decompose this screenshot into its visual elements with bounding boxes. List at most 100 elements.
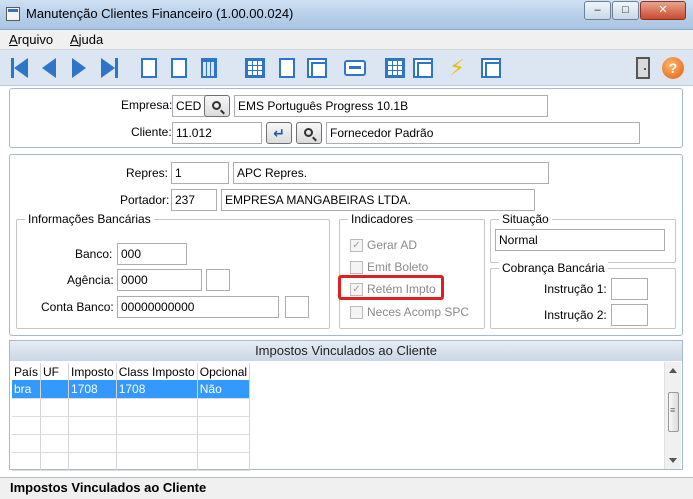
- conta-field[interactable]: 00000000000: [117, 296, 279, 318]
- menu-arquivo-label: rquivo: [17, 32, 54, 47]
- table-cell: [40, 452, 70, 471]
- table-row[interactable]: [12, 452, 251, 471]
- scroll-up-icon[interactable]: [669, 368, 677, 373]
- empresa-search-button[interactable]: [204, 95, 230, 117]
- enter-icon: ↵: [273, 124, 285, 141]
- table-cell: [12, 434, 42, 453]
- portador-code-field[interactable]: 237: [171, 189, 217, 211]
- help-icon: ?: [662, 57, 684, 79]
- search-icon: [211, 100, 221, 110]
- new-document-button[interactable]: [274, 55, 300, 81]
- table-cell: [12, 452, 42, 471]
- cliente-label: Cliente:: [131, 125, 172, 139]
- table-row[interactable]: [12, 416, 251, 435]
- checkbox-icon: [350, 305, 363, 319]
- minimize-button[interactable]: –: [584, 1, 611, 20]
- banco-field[interactable]: 000: [117, 243, 187, 265]
- gerar-ad-checkbox[interactable]: ✓ Gerar AD: [350, 238, 417, 252]
- next-button[interactable]: [66, 55, 92, 81]
- cliente-search-button[interactable]: [296, 122, 322, 144]
- neces-acomp-spc-label: Neces Acomp SPC: [367, 305, 470, 319]
- help-button[interactable]: ?: [660, 55, 686, 81]
- impostos-browse[interactable]: Impostos Vinculados ao Cliente País UF I…: [9, 340, 683, 471]
- menu-arquivo[interactable]: Arquivo: [9, 32, 53, 47]
- empresa-label: Empresa:: [121, 98, 173, 112]
- table-cell: [116, 434, 198, 453]
- delete-button[interactable]: [196, 55, 222, 81]
- cliente-enter-button[interactable]: ↵: [266, 122, 292, 144]
- table-row[interactable]: bra 1708 1708 Não: [12, 380, 251, 399]
- next-icon: [72, 58, 86, 78]
- table-cell: [12, 416, 42, 435]
- instrucao1-field[interactable]: [611, 278, 648, 300]
- maximize-button[interactable]: □: [612, 1, 639, 20]
- cliente-name-field: Fornecedor Padrão: [326, 122, 640, 144]
- column-header[interactable]: Opcional: [197, 363, 251, 380]
- delete-icon: [201, 58, 217, 78]
- lightning-button[interactable]: ⚡: [444, 55, 470, 81]
- neces-acomp-spc-checkbox[interactable]: Neces Acomp SPC: [350, 305, 469, 319]
- window-title: Manutenção Clientes Financeiro (1.00.00.…: [26, 6, 294, 21]
- table-row[interactable]: [12, 398, 251, 417]
- last-button[interactable]: [96, 55, 122, 81]
- edit-button[interactable]: [166, 55, 192, 81]
- situacao-field[interactable]: Normal: [495, 229, 665, 251]
- grid-icon: [245, 58, 265, 78]
- close-button[interactable]: ✕: [640, 1, 686, 20]
- emit-boleto-label: Emit Boleto: [367, 260, 429, 274]
- print-button[interactable]: [342, 55, 368, 81]
- conta-digit-field[interactable]: [285, 296, 309, 318]
- table-cell: [116, 416, 198, 435]
- table-row[interactable]: [12, 434, 251, 453]
- previous-button[interactable]: [36, 55, 62, 81]
- add-button[interactable]: [136, 55, 162, 81]
- repres-name-field: APC Repres.: [233, 162, 549, 184]
- cliente-code-field[interactable]: 11.012: [172, 122, 262, 144]
- table-cell: [116, 398, 198, 417]
- gerar-ad-label: Gerar AD: [367, 238, 418, 252]
- agencia-field[interactable]: 0000: [117, 269, 202, 291]
- portador-name-field: EMPRESA MANGABEIRAS LTDA.: [221, 189, 535, 211]
- preview-button[interactable]: [304, 55, 330, 81]
- instrucao2-label: Instrução 2:: [544, 308, 607, 322]
- table-cell: 1708: [116, 380, 198, 399]
- table-cell: [197, 398, 251, 417]
- portador-label: Portador:: [120, 193, 170, 207]
- banco-label: Banco:: [75, 247, 113, 261]
- scroll-down-icon[interactable]: [669, 458, 677, 463]
- exit-icon: [636, 57, 650, 79]
- scroll-thumb[interactable]: [668, 392, 679, 432]
- bancarias-group: Informações Bancárias Banco: 000 Agência…: [16, 212, 330, 329]
- copy-button[interactable]: [410, 55, 436, 81]
- exit-button[interactable]: [630, 55, 656, 81]
- menu-arquivo-accel: A: [9, 32, 18, 47]
- menu-ajuda[interactable]: Ajuda: [70, 32, 103, 47]
- table-cell: 1708: [68, 380, 117, 399]
- cobranca-title: Cobrança Bancária: [499, 261, 608, 275]
- table-cell: [12, 398, 42, 417]
- column-header[interactable]: UF: [40, 363, 70, 380]
- table-cell: [40, 416, 70, 435]
- agencia-digit-field[interactable]: [206, 269, 230, 291]
- repres-label: Repres:: [126, 166, 169, 180]
- table-cell: [68, 416, 117, 435]
- import-button[interactable]: [478, 55, 504, 81]
- add-icon: [141, 58, 157, 78]
- grid-button[interactable]: [242, 55, 268, 81]
- repres-code-field[interactable]: 1: [171, 162, 229, 184]
- emit-boleto-checkbox[interactable]: Emit Boleto: [350, 260, 428, 274]
- edit-icon: [171, 58, 187, 78]
- details-panel: Repres: 1 APC Repres. Portador: 237 EMPR…: [9, 154, 683, 336]
- impostos-title: Impostos Vinculados ao Cliente: [10, 341, 682, 361]
- column-header[interactable]: Imposto: [68, 363, 117, 380]
- column-header[interactable]: País: [12, 363, 42, 380]
- new-document-icon: [279, 58, 295, 78]
- vertical-scrollbar[interactable]: [664, 362, 681, 469]
- previous-icon: [42, 58, 56, 78]
- first-button[interactable]: [6, 55, 32, 81]
- column-header[interactable]: Class Imposto: [116, 363, 198, 380]
- list-button[interactable]: [382, 55, 408, 81]
- instrucao2-field[interactable]: [611, 304, 648, 326]
- indicadores-title: Indicadores: [348, 212, 417, 226]
- app-icon: [6, 7, 20, 21]
